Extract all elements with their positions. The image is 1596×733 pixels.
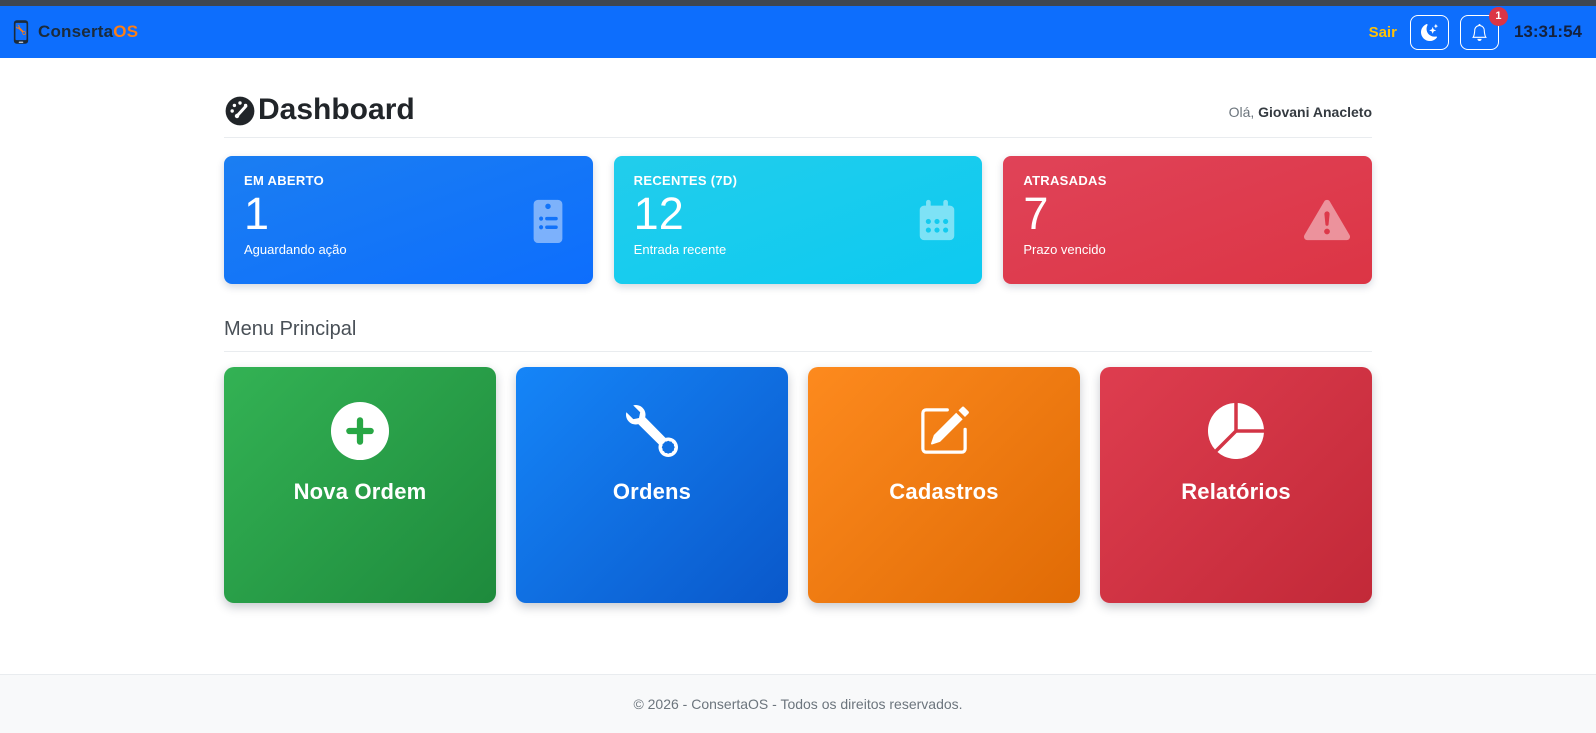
notifications-button[interactable]: 1 [1459,6,1508,50]
main-menu: Nova Ordem Ordens Cadastros Relatórios [224,367,1372,603]
moon-stars-icon [1420,23,1438,41]
navbar-actions: Sair 1 13:31:54 [1369,6,1582,50]
stat-caption: Prazo vencido [1023,241,1106,257]
page-title: Dashboard [224,92,415,127]
menu-card-label: Ordens [612,479,692,504]
pencil-square-icon [918,403,970,459]
warning-triangle-icon [1304,199,1351,241]
phone-wrench-logo-icon [13,20,29,44]
main-content: Dashboard Olá, Giovani Anacleto EM ABERT… [0,58,1596,634]
title-divider [224,137,1372,138]
pie-chart-icon [1208,403,1264,459]
menu-card-relatorios[interactable]: Relatórios [1100,367,1372,603]
stat-card-atrasadas[interactable]: ATRASADAS 7 Prazo vencido [1003,156,1373,284]
clock: 13:31:54 [1513,22,1582,41]
copyright-text: © 2026 - ConsertaOS - Todos os direitos … [633,696,963,712]
stats-row: EM ABERTO 1 Aguardando ação RECENTES (7D… [224,156,1373,284]
menu-card-label: Nova Ordem [293,479,427,504]
bell-icon [1472,23,1487,41]
dark-mode-toggle-button[interactable] [1409,14,1449,50]
speedometer-icon [225,96,255,126]
stat-label: ATRASADAS [1023,173,1107,188]
menu-card-cadastros[interactable]: Cadastros [808,367,1080,603]
logout-link[interactable]: Sair [1369,24,1397,41]
stat-value: 1 [244,188,270,239]
stat-value: 12 [633,188,684,239]
brand-logo[interactable]: ConsertaOS [8,19,138,45]
stat-caption: Aguardando ação [244,241,347,257]
plus-circle-icon [330,401,390,461]
menu-card-nova-ordem[interactable]: Nova Ordem [224,367,496,603]
menu-card-label: Cadastros [889,479,999,504]
stat-card-recentes[interactable]: RECENTES (7D) 12 Entrada recente [613,156,983,284]
navbar: ConsertaOS Sair 1 13:31:54 [0,6,1596,58]
stat-card-em-aberto[interactable]: EM ABERTO 1 Aguardando ação [224,156,593,284]
notification-badge: 1 [1488,6,1508,26]
menu-divider [224,351,1372,352]
stat-label: RECENTES (7D) [633,173,738,188]
stat-label: EM ABERTO [244,173,324,188]
wrench-icon [626,403,678,459]
stat-caption: Entrada recente [633,241,727,257]
clipboard-list-icon [533,199,563,243]
brand-name: ConsertaOS [38,22,139,41]
greeting-prefix: Olá, [1228,104,1255,120]
brand-name-accent: OS [113,22,139,41]
calendar-icon [920,199,955,241]
user-name: Giovani Anacleto [1258,104,1372,120]
menu-card-ordens[interactable]: Ordens [516,367,788,603]
stat-value: 7 [1023,188,1049,239]
greeting: Olá, Giovani Anacleto [1229,104,1372,127]
footer: © 2026 - ConsertaOS - Todos os direitos … [0,674,1596,733]
page-title-text: Dashboard [258,92,415,126]
menu-section-title: Menu Principal [224,318,357,340]
menu-card-label: Relatórios [1181,479,1291,504]
